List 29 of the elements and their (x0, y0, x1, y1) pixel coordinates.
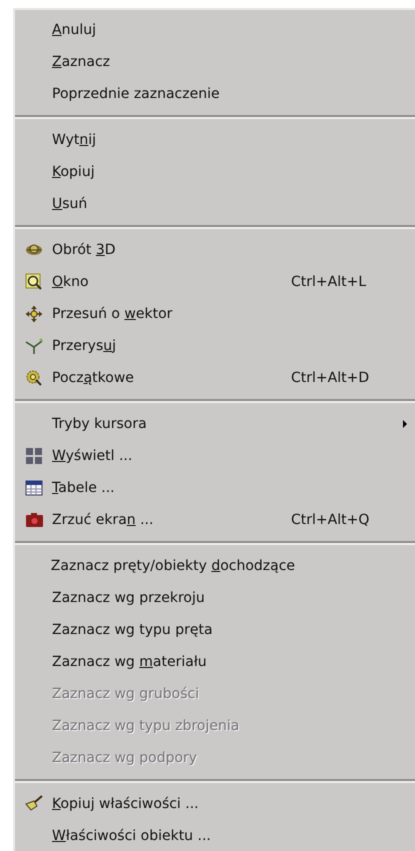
menu-item[interactable]: Zaznacz (15, 46, 415, 78)
table-icon (24, 479, 42, 497)
menu-item[interactable]: Przerysuj (15, 330, 415, 362)
menu-item[interactable]: Wyświetl ... (15, 440, 415, 472)
menu-item[interactable]: Wytnij (15, 124, 415, 156)
menu-item[interactable]: Przesuń o wektor (15, 298, 415, 330)
gear-magnifier-icon (24, 369, 42, 387)
menu-item[interactable]: Okno Ctrl+Alt+L (15, 266, 415, 298)
menu-item[interactable]: Tryby kursora (15, 408, 415, 440)
menu-item[interactable]: Kopiuj właściwości ... (15, 788, 415, 820)
menu-item[interactable]: Kopiuj (15, 156, 415, 188)
magnifier-icon (24, 273, 42, 291)
menu-item[interactable]: Zaznacz wg przekroju (15, 582, 415, 614)
menu-item[interactable]: Usuń (15, 188, 415, 220)
menu-item[interactable]: Poprzednie zaznaczenie (15, 78, 415, 110)
menu-item[interactable]: Właściwości obiektu ... (15, 820, 415, 851)
menu-item[interactable]: Zrzuć ekran ... Ctrl+Alt+Q (15, 504, 415, 536)
grid-icon (24, 447, 42, 465)
branch-icon (24, 337, 42, 355)
menu-item[interactable]: Obrót 3D (15, 234, 415, 266)
brush-icon (24, 795, 42, 813)
menu-item[interactable]: Tabele ... (15, 472, 415, 504)
menu-item[interactable]: Anuluj (15, 14, 415, 46)
crosshair-arrows-icon (24, 305, 42, 323)
camera-icon (24, 511, 42, 529)
menu-item[interactable]: Zaznacz wg materiału (15, 646, 415, 678)
menu-item[interactable]: Zaznacz pręty/obiekty dochodzące (15, 550, 415, 582)
menu-item[interactable]: Początkowe Ctrl+Alt+D (15, 362, 415, 394)
menu-item[interactable]: Zaznacz wg typu pręta (15, 614, 415, 646)
